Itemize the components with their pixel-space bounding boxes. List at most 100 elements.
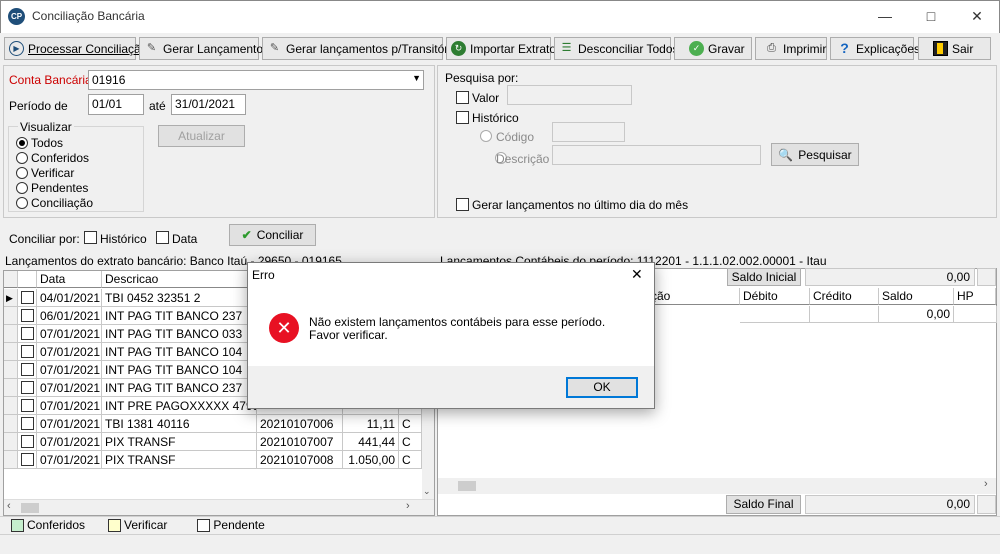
gerar-lancamentos-button[interactable]: ✎ Gerar Lançamentos — [139, 37, 269, 60]
periodo-ate-input[interactable]: 31/01/2021 — [171, 94, 246, 115]
row-indicator — [4, 451, 18, 469]
data-header[interactable]: Data — [37, 271, 102, 288]
descricao-label: Descrição — [496, 152, 550, 166]
pesquisar-button[interactable]: 🔍 Pesquisar — [771, 143, 859, 166]
atualizar-button[interactable]: Atualizar — [158, 125, 245, 147]
row-checkbox[interactable] — [18, 433, 37, 451]
row-checkbox[interactable] — [18, 343, 37, 361]
descricao-header[interactable]: ção — [648, 288, 740, 305]
scroll-down-icon[interactable]: ⌄ — [423, 486, 431, 497]
right-horizontal-scrollbar[interactable]: › — [438, 478, 996, 494]
save-icon: ✓ — [689, 41, 704, 56]
explicacoes-button[interactable]: ? Explicações — [830, 37, 920, 60]
option-label: Todos — [31, 136, 64, 150]
horizontal-scrollbar[interactable]: ‹ › — [4, 499, 434, 515]
descricao-cell: TBI 0452 32351 2 — [102, 289, 257, 307]
row-indicator — [4, 343, 18, 361]
chevron-down-icon: ▼ — [412, 73, 421, 83]
row-checkbox[interactable] — [18, 451, 37, 469]
row-checkbox-box[interactable] — [21, 381, 34, 394]
row-checkbox[interactable] — [18, 307, 37, 325]
table-row[interactable]: 07/01/2021 PIX TRANSF 20210107007 441,44 C — [4, 433, 434, 451]
row-checkbox[interactable] — [18, 415, 37, 433]
radio-button[interactable] — [16, 152, 28, 164]
row-checkbox-box[interactable] — [21, 435, 34, 448]
row-checkbox-box[interactable] — [21, 453, 34, 466]
data-cell: 07/01/2021 — [37, 433, 102, 451]
scroll-thumb[interactable] — [458, 481, 476, 491]
visualizar-option[interactable]: Conferidos — [16, 151, 89, 165]
error-icon: ✕ — [269, 313, 299, 343]
row-indicator — [4, 397, 18, 415]
gerar-lancamentos-transitoria-button[interactable]: ✎ Gerar lançamentos p/Transitória — [262, 37, 458, 60]
saldo-header[interactable]: Saldo — [879, 288, 954, 305]
legend: Conferidos Verificar Pendente — [11, 518, 295, 532]
radio-button[interactable] — [16, 197, 28, 209]
import-icon: ↻ — [451, 41, 466, 56]
row-checkbox[interactable] — [18, 289, 37, 307]
hp-header[interactable]: HP — [954, 288, 996, 305]
conta-bancaria-select[interactable]: 01916 ▼ — [88, 70, 424, 90]
row-checkbox[interactable] — [18, 379, 37, 397]
importar-extrato-button[interactable]: ↻ Importar Extrato — [446, 37, 556, 60]
dialog-message: Não existem lançamentos contábeis para e… — [309, 315, 606, 342]
option-label: Verificar — [31, 166, 75, 180]
gravar-button[interactable]: ✓ Gravar — [674, 37, 752, 60]
row-checkbox-box[interactable] — [21, 399, 34, 412]
row-indicator — [4, 415, 18, 433]
table-row[interactable]: 07/01/2021 PIX TRANSF 20210107008 1.050,00 C — [4, 451, 434, 469]
row-checkbox-box[interactable] — [21, 417, 34, 430]
row-checkbox[interactable] — [18, 361, 37, 379]
conciliar-historico-checkbox[interactable] — [84, 231, 97, 244]
codigo-input[interactable] — [552, 122, 625, 142]
radio-button[interactable] — [16, 137, 28, 149]
valor-input[interactable] — [507, 85, 632, 105]
visualizar-option[interactable]: Todos — [16, 136, 63, 150]
data-cell: 07/01/2021 — [37, 415, 102, 433]
visualizar-option[interactable]: Verificar — [16, 166, 74, 180]
close-window-button[interactable]: ✕ — [954, 0, 1000, 32]
valor-checkbox[interactable] — [456, 91, 469, 104]
maximize-button[interactable]: □ — [908, 0, 954, 32]
conciliar-data-checkbox[interactable] — [156, 231, 169, 244]
conciliar-button[interactable]: ✔ Conciliar — [229, 224, 316, 246]
debito-cell — [740, 306, 810, 323]
minimize-button[interactable]: — — [862, 0, 908, 32]
periodo-de-input[interactable]: 01/01 — [88, 94, 144, 115]
imprimir-button[interactable]: ⎙ Imprimir — [755, 37, 827, 60]
codigo-radio[interactable] — [480, 130, 492, 142]
row-checkbox-box[interactable] — [21, 363, 34, 376]
conciliar-historico-label: Histórico — [100, 232, 147, 246]
dialog-title: Erro — [252, 268, 275, 282]
scroll-thumb[interactable] — [21, 503, 39, 513]
valor-label: Valor — [472, 91, 500, 105]
scroll-left-icon[interactable]: ‹ — [7, 500, 11, 512]
credito-header[interactable]: Crédito — [810, 288, 879, 305]
radio-button[interactable] — [16, 182, 28, 194]
visualizar-option[interactable]: Pendentes — [16, 181, 88, 195]
row-checkbox[interactable] — [18, 397, 37, 415]
ate-label: até — [149, 99, 166, 113]
gerar-ultimo-dia-checkbox[interactable] — [456, 198, 469, 211]
ok-button[interactable]: OK — [566, 377, 638, 398]
descricao-input[interactable] — [552, 145, 761, 165]
sair-button[interactable]: Sair — [918, 37, 991, 60]
saldo-cell: 0,00 — [879, 306, 954, 323]
historico-checkbox[interactable] — [456, 111, 469, 124]
row-checkbox-box[interactable] — [21, 327, 34, 340]
visualizar-option[interactable]: Conciliação — [16, 196, 93, 210]
row-checkbox[interactable] — [18, 325, 37, 343]
row-checkbox-box[interactable] — [21, 309, 34, 322]
help-icon: ? — [840, 40, 849, 56]
radio-button[interactable] — [16, 167, 28, 179]
dialog-close-button[interactable]: ✕ — [631, 266, 643, 283]
desconciliar-todos-button[interactable]: ☰ Desconciliar Todos — [554, 37, 679, 60]
scroll-right-icon[interactable]: › — [406, 500, 410, 512]
row-checkbox-box[interactable] — [21, 291, 34, 304]
table-row[interactable]: 07/01/2021 TBI 1381 40116 20210107006 11,11… — [4, 415, 434, 433]
debito-header[interactable]: Débito — [740, 288, 810, 305]
row-checkbox-box[interactable] — [21, 345, 34, 358]
play-icon: ▶ — [9, 41, 24, 56]
scroll-right-icon[interactable]: › — [984, 478, 988, 490]
processar-conciliacao-button[interactable]: ▶ Processar Conciliação — [4, 37, 147, 60]
